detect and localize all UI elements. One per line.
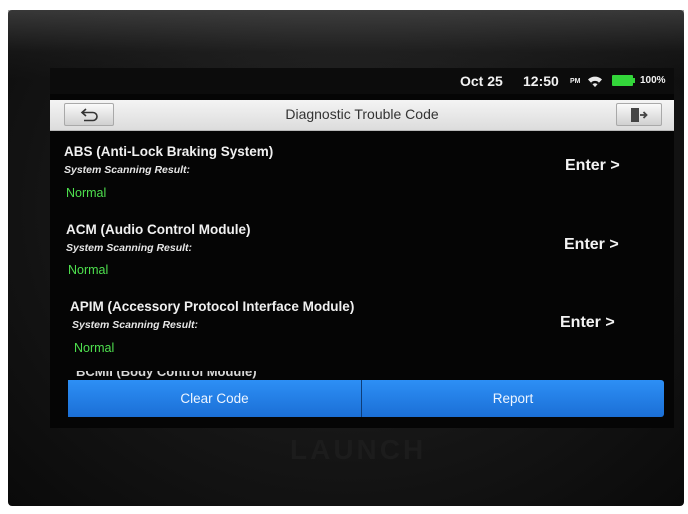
status-ampm: PM bbox=[570, 78, 581, 85]
scan-status: Normal bbox=[66, 186, 107, 200]
scan-status: Normal bbox=[68, 263, 109, 277]
clear-code-button[interactable]: Clear Code bbox=[68, 380, 362, 417]
enter-button[interactable]: Enter > bbox=[565, 157, 620, 175]
enter-button[interactable]: Enter > bbox=[560, 314, 615, 332]
exit-button[interactable] bbox=[616, 103, 662, 126]
exit-icon bbox=[631, 108, 648, 122]
system-name: ACM (Audio Control Module) bbox=[66, 222, 251, 237]
scan-result-label: System Scanning Result: bbox=[66, 242, 193, 254]
title-bar: Diagnostic Trouble Code bbox=[50, 100, 674, 131]
status-date: Oct 25 bbox=[460, 73, 503, 89]
system-name: ABS (Anti-Lock Braking System) bbox=[64, 144, 274, 159]
status-bar: Oct 25 12:50 PM 100% bbox=[50, 68, 674, 94]
scan-result-label: System Scanning Result: bbox=[64, 164, 191, 176]
scan-status: Normal bbox=[74, 341, 115, 355]
action-bar: Clear Code Report bbox=[68, 380, 664, 417]
list-item-partial[interactable]: BCMII (Body Control Module) bbox=[76, 371, 257, 379]
system-name: APIM (Accessory Protocol Interface Modul… bbox=[70, 299, 355, 314]
device-photo: Oct 25 12:50 PM 100% Diagnostic Trouble … bbox=[0, 0, 688, 514]
device-screen: Oct 25 12:50 PM 100% Diagnostic Trouble … bbox=[50, 68, 674, 428]
battery-percent: 100% bbox=[640, 75, 666, 86]
list-item[interactable]: ABS (Anti-Lock Braking System) System Sc… bbox=[50, 144, 674, 218]
list-item[interactable]: ACM (Audio Control Module) System Scanni… bbox=[50, 221, 674, 295]
list-item[interactable]: APIM (Accessory Protocol Interface Modul… bbox=[50, 298, 674, 372]
wifi-icon bbox=[587, 75, 603, 87]
battery-icon bbox=[612, 75, 636, 86]
system-list: ABS (Anti-Lock Braking System) System Sc… bbox=[50, 132, 674, 382]
report-button[interactable]: Report bbox=[362, 380, 664, 417]
brand-logo: LAUNCH bbox=[290, 434, 427, 465]
status-time: 12:50 bbox=[523, 73, 559, 89]
page-title: Diagnostic Trouble Code bbox=[285, 106, 439, 122]
scan-result-label: System Scanning Result: bbox=[72, 319, 199, 331]
system-name: BCMII (Body Control Module) bbox=[76, 371, 257, 379]
enter-button[interactable]: Enter > bbox=[564, 236, 619, 254]
